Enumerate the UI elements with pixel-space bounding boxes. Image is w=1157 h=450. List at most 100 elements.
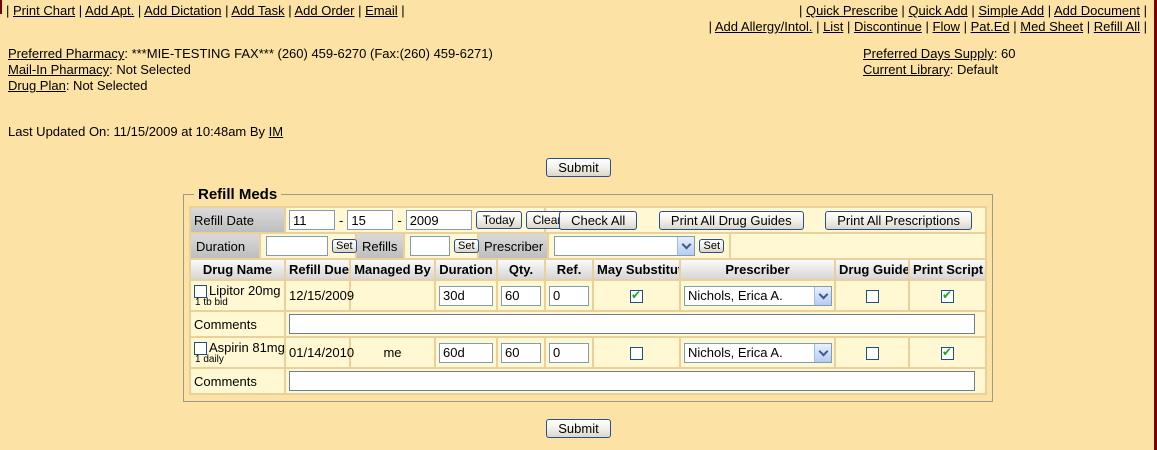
print-all-prescriptions-button[interactable]: Print All Prescriptions (825, 211, 972, 230)
nav-add-order[interactable]: Add Order (295, 3, 355, 18)
nav-add-document[interactable]: Add Document (1054, 3, 1140, 18)
col-drug-name: Drug Name (190, 259, 285, 280)
bulk-refills-set-button[interactable]: Set (454, 239, 479, 253)
last-updated-text: Last Updated On: 11/15/2009 at 10:48am B… (8, 124, 269, 139)
col-refill-due: Refill Due (285, 259, 350, 280)
refill-meds-panel: Refill Meds Refill Date Today Clear (183, 186, 993, 402)
supply-info: Preferred Days Supply: 60 Current Librar… (863, 46, 1015, 78)
nav-refill-all[interactable]: Refill All (1094, 19, 1140, 34)
nav-add-apt[interactable]: Add Apt. (85, 3, 134, 18)
med-select-checkbox[interactable] (194, 342, 207, 355)
mailin-pharmacy-link[interactable]: Mail-In Pharmacy (8, 62, 109, 77)
top-navigation: Print Chart Add Apt. Add Dictation Add T… (0, 0, 1157, 35)
nav-quick-prescribe[interactable]: Quick Prescribe (806, 3, 898, 18)
may-substitute-checkbox[interactable] (630, 290, 643, 303)
nav-flow[interactable]: Flow (933, 19, 960, 34)
bulk-refills-input[interactable] (410, 236, 450, 256)
nav-pat-ed[interactable]: Pat.Ed (971, 19, 1010, 34)
med-actions-nav: Quick Prescribe Quick Add Simple Add Add… (709, 3, 1147, 35)
window-edge-top-left (0, 0, 2, 14)
print-script-checkbox[interactable] (941, 290, 954, 303)
managed-by-cell: me (350, 337, 435, 368)
col-duration: Duration (435, 259, 497, 280)
comments-input[interactable] (289, 371, 975, 391)
bulk-refills-label: Refills (357, 234, 405, 258)
bulk-actions-cell: Check All Print All Drug Guides Print Al… (545, 207, 986, 233)
nav-med-sheet[interactable]: Med Sheet (1020, 19, 1083, 34)
refill-day-input[interactable] (347, 210, 393, 230)
prescriber-select[interactable]: Nichols, Erica A. (684, 286, 832, 306)
nav-discontinue[interactable]: Discontinue (854, 19, 922, 34)
drug-plan-link[interactable]: Drug Plan (8, 78, 66, 93)
duration-cell (435, 337, 497, 368)
drug-name-cell: Aspirin 81mg 1 daily (190, 337, 285, 368)
bulk-duration-input[interactable] (266, 236, 328, 256)
last-updated-line: Last Updated On: 11/15/2009 at 10:48am B… (8, 124, 1157, 139)
comments-input[interactable] (289, 314, 975, 334)
bulk-prescriber-label: Prescriber (479, 234, 549, 258)
print-script-cell (909, 280, 986, 311)
bulk-row-filler (731, 234, 985, 258)
comments-input-cell (285, 368, 986, 394)
col-managed-by: Managed By (350, 259, 435, 280)
drug-plan-line: Drug Plan: Not Selected (8, 78, 1157, 94)
may-substitute-cell (593, 280, 680, 311)
prescriber-select[interactable]: Nichols, Erica A. (684, 343, 832, 363)
nav-add-dictation[interactable]: Add Dictation (144, 3, 221, 18)
refill-date-label: Refill Date (190, 207, 285, 233)
pharmacy-info: Preferred Pharmacy: ***MIE-TESTING FAX**… (8, 46, 1157, 94)
qty-cell (497, 337, 545, 368)
submit-button-bottom[interactable]: Submit (546, 419, 610, 438)
nav-print-chart[interactable]: Print Chart (13, 3, 75, 18)
refill-due-cell: 12/15/2009 (285, 280, 350, 311)
library-line: Current Library: Default (863, 62, 1015, 78)
last-updated-user-link[interactable]: IM (269, 124, 283, 139)
submit-button-top[interactable]: Submit (546, 158, 610, 177)
today-button[interactable]: Today (476, 211, 522, 229)
col-prescriber: Prescriber (680, 259, 835, 280)
nav-quick-add[interactable]: Quick Add (908, 3, 967, 18)
qty-input[interactable] (501, 343, 541, 363)
may-substitute-checkbox[interactable] (630, 347, 643, 360)
bulk-prescriber-set-button[interactable]: Set (699, 239, 724, 253)
duration-input[interactable] (439, 343, 493, 363)
print-all-drug-guides-button[interactable]: Print All Drug Guides (659, 211, 804, 230)
library-link[interactable]: Current Library (863, 62, 950, 77)
mailin-pharmacy-value: Not Selected (113, 62, 191, 77)
drug-guide-checkbox[interactable] (866, 290, 879, 303)
ref-input[interactable] (549, 286, 589, 306)
nav-email[interactable]: Email (365, 3, 398, 18)
ref-input[interactable] (549, 343, 589, 363)
preferred-pharmacy-link[interactable]: Preferred Pharmacy (8, 46, 124, 61)
days-supply-link[interactable]: Preferred Days Supply (863, 46, 994, 61)
med-actions-nav-line2: Add Allergy/Intol. List Discontinue Flow… (709, 19, 1147, 35)
nav-add-allergy[interactable]: Add Allergy/Intol. (715, 19, 813, 34)
prescriber-cell: Nichols, Erica A. (680, 280, 835, 311)
drug-plan-value: Not Selected (69, 78, 147, 93)
duration-input[interactable] (439, 286, 493, 306)
nav-add-task[interactable]: Add Task (231, 3, 284, 18)
refill-meds-legend: Refill Meds (194, 186, 281, 203)
chevron-down-icon (677, 237, 694, 255)
refill-meds-table: Refill Date Today Clear Check All Print … (189, 206, 987, 395)
refill-date-row: Refill Date Today Clear Check All Print … (190, 207, 986, 233)
refill-month-input[interactable] (289, 210, 335, 230)
nav-simple-add[interactable]: Simple Add (978, 3, 1044, 18)
drug-guide-checkbox[interactable] (866, 347, 879, 360)
check-all-button[interactable]: Check All (559, 211, 637, 230)
med-row: Lipitor 20mg 1 tb bid 12/15/2009 Nichols… (190, 280, 986, 311)
drug-name-cell: Lipitor 20mg 1 tb bid (190, 280, 285, 311)
qty-input[interactable] (501, 286, 541, 306)
col-may-substitute: May Substitute (593, 259, 680, 280)
nav-list[interactable]: List (823, 19, 843, 34)
refill-date-cell: Today Clear (285, 207, 545, 233)
bulk-set-row: Duration Set Refills Set Prescriber (190, 233, 986, 259)
bulk-prescriber-select[interactable] (554, 236, 695, 256)
bulk-duration-set-button[interactable]: Set (332, 239, 357, 253)
med-select-checkbox[interactable] (194, 285, 207, 298)
col-print-script: Print Script (909, 259, 986, 280)
drug-guide-cell (835, 280, 909, 311)
print-script-checkbox[interactable] (941, 347, 954, 360)
prescriber-value: Nichols, Erica A. (685, 345, 814, 360)
refill-year-input[interactable] (406, 210, 472, 230)
